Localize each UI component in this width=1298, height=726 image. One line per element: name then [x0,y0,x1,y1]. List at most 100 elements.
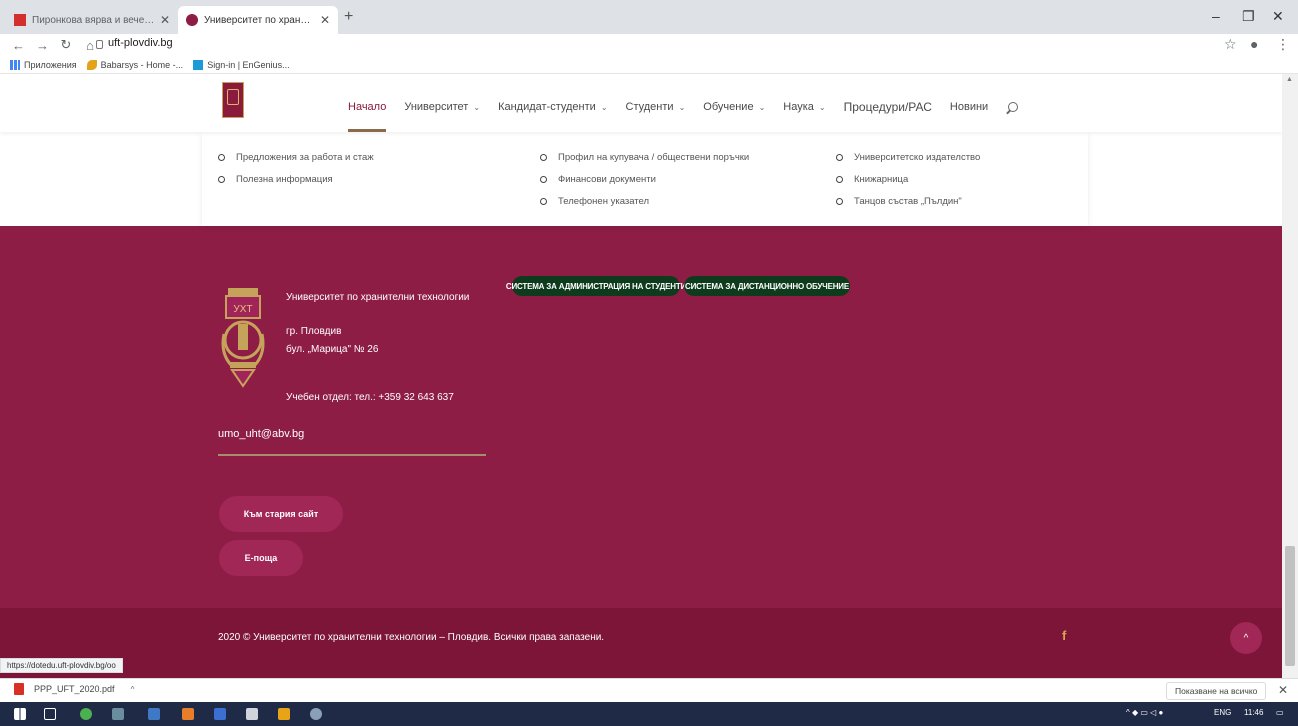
back-to-top-button[interactable]: ^ [1230,622,1262,654]
footer-university-name: Университет по хранителни технологии [286,292,470,303]
bullet-icon [540,175,547,183]
panel-column-3: Университетско издателство Книжарница Та… [836,146,980,212]
menu-item-science[interactable]: Наука ⌄ [783,101,825,113]
bookmark-babarsys[interactable]: Babarsys - Home -... [86,59,183,70]
menu-item-university[interactable]: Университет ⌄ [404,101,480,113]
list-item[interactable]: Телефонен указател [540,190,749,212]
bookmark-apps[interactable]: Приложения [10,59,77,70]
bookmarks-bar: Приложения Babarsys - Home -... Sign-in … [0,56,1298,74]
chevron-down-icon: ⌄ [818,102,826,112]
scroll-up-icon[interactable]: ▲ [1286,76,1293,83]
list-item[interactable]: Университетско издателство [836,146,980,168]
bullet-icon [836,153,843,161]
panel-column-2: Профил на купувача / обществени поръчки … [540,146,749,212]
reload-icon[interactable]: ↻ [60,37,72,53]
new-tab-button[interactable]: + [344,8,353,26]
close-tab-icon[interactable]: ✕ [320,13,330,27]
footer-city: гр. Пловдив [286,326,342,337]
calculator-icon[interactable] [112,708,124,720]
bullet-icon [836,197,843,205]
profile-icon[interactable]: ● [1250,36,1258,52]
divider [218,454,486,456]
menu-dots-icon[interactable]: ⋮ [1276,36,1290,53]
forward-icon[interactable]: → [36,38,49,53]
menu-dropdown-panel: Предложения за работа и стаж Полезна инф… [202,132,1088,226]
download-item[interactable]: PPP_UFT_2020.pdf ^ [14,683,134,695]
windows-start-icon[interactable] [14,708,26,720]
tray-icons[interactable]: ^ ◆ ▭ ◁ ● [1126,708,1163,717]
lock-icon[interactable] [96,40,103,49]
tab-strip: Пиронкова вярва и вече знае... ✕ Универс… [0,0,1298,34]
crest-text: УХТ [233,304,252,315]
chrome-icon[interactable] [80,708,92,720]
news-favicon-icon [14,14,26,26]
bullet-icon [218,175,225,183]
tab-title: Пиронкова вярва и вече знае... [32,14,156,26]
chevron-down-icon: ⌄ [473,102,481,112]
app-icon[interactable] [310,708,322,720]
list-item[interactable]: Полезна информация [218,168,374,190]
app-icon[interactable] [214,708,226,720]
distance-learning-button[interactable]: СИСТЕМА ЗА ДИСТАНЦИОННО ОБУЧЕНИЕ [684,276,850,296]
list-item[interactable]: Финансови документи [540,168,749,190]
list-item[interactable]: Профил на купувача / обществени поръчки [540,146,749,168]
old-site-button[interactable]: Към стария сайт [219,496,343,532]
page-viewport: Начало Университет ⌄ Кандидат-студенти ⌄ С… [0,74,1282,678]
copyright-bar: 2020 © Университет по хранителни техноло… [0,608,1282,678]
menu-item-education[interactable]: Обучение ⌄ [703,101,765,113]
menu-item-procedures[interactable]: Процедури/РАС [844,100,932,114]
status-url-tooltip: https://dotedu.uft-plovdiv.bg/oo [0,658,123,673]
site-header: Начало Университет ⌄ Кандидат-студенти ⌄ С… [0,74,1282,132]
page-scrollbar[interactable]: ▲ [1282,74,1298,678]
minimize-icon[interactable]: – [1212,8,1220,24]
panel-column-1: Предложения за работа и стаж Полезна инф… [218,146,374,190]
close-tab-icon[interactable]: ✕ [160,13,170,27]
university-crest-icon: УХТ [221,288,265,388]
restore-icon[interactable]: ❐ [1242,8,1255,25]
copyright-text: 2020 © Университет по хранителни техноло… [218,632,605,643]
clock[interactable]: 11:46 [1244,708,1263,717]
home-icon[interactable]: ⌂ [84,38,96,53]
menu-item-news[interactable]: Новини [950,101,988,113]
download-filename: PPP_UFT_2020.pdf [34,684,115,694]
close-shelf-icon[interactable]: ✕ [1278,683,1288,697]
file-explorer-icon[interactable] [148,708,160,720]
menu-item-home[interactable]: Начало [348,101,387,132]
address-bar[interactable]: uft-plovdiv.bg [108,37,173,49]
download-shelf: PPP_UFT_2020.pdf ^ Показване на всичко ✕ [0,678,1298,702]
student-admin-button[interactable]: СИСТЕМА ЗА АДМИНИСТРАЦИЯ НА СТУДЕНТИ [506,276,686,296]
show-all-downloads-button[interactable]: Показване на всичко [1166,682,1267,700]
scrollbar-thumb[interactable] [1285,546,1295,666]
back-icon[interactable]: ← [12,38,25,53]
search-icon[interactable] [1008,102,1019,112]
university-logo[interactable] [222,82,244,118]
bookmark-engenius[interactable]: Sign-in | EnGenius... [193,59,290,70]
language-indicator[interactable]: ENG [1214,708,1231,717]
close-window-icon[interactable]: ✕ [1272,8,1284,25]
facebook-icon[interactable]: f [1062,628,1066,643]
site-footer: УХТ Университет по хранителни технологии… [0,226,1282,608]
notification-icon[interactable]: ▭ [1276,708,1284,717]
email-button[interactable]: Е-поща [219,540,303,576]
app-icon[interactable] [246,708,258,720]
browser-toolbar: ← → ↻ ⌂ uft-plovdiv.bg ☆ ● ⋮ [0,34,1298,56]
pdf-file-icon [14,683,24,695]
app-icon[interactable] [182,708,194,720]
app-icon[interactable] [278,708,290,720]
chevron-up-icon[interactable]: ^ [131,685,135,694]
windows-taskbar: ^ ◆ ▭ ◁ ● ENG 11:46 ▭ [0,702,1298,726]
apps-grid-icon [10,59,20,70]
task-view-icon[interactable] [44,708,56,720]
browser-tab-2[interactable]: Университет по хранителни тех... ✕ [178,6,338,34]
list-item[interactable]: Танцов състав „Пълдин" [836,190,980,212]
menu-item-students[interactable]: Студенти ⌄ [626,101,686,113]
menu-item-candidates[interactable]: Кандидат-студенти ⌄ [498,101,607,113]
leaf-icon [86,59,97,70]
star-icon[interactable]: ☆ [1224,36,1237,53]
engenius-icon [193,59,204,70]
list-item[interactable]: Книжарница [836,168,980,190]
chevron-down-icon: ⌄ [758,102,766,112]
browser-tab-1[interactable]: Пиронкова вярва и вече знае... ✕ [6,6,178,34]
list-item[interactable]: Предложения за работа и стаж [218,146,374,168]
footer-email[interactable]: umo_uht@abv.bg [218,428,304,440]
